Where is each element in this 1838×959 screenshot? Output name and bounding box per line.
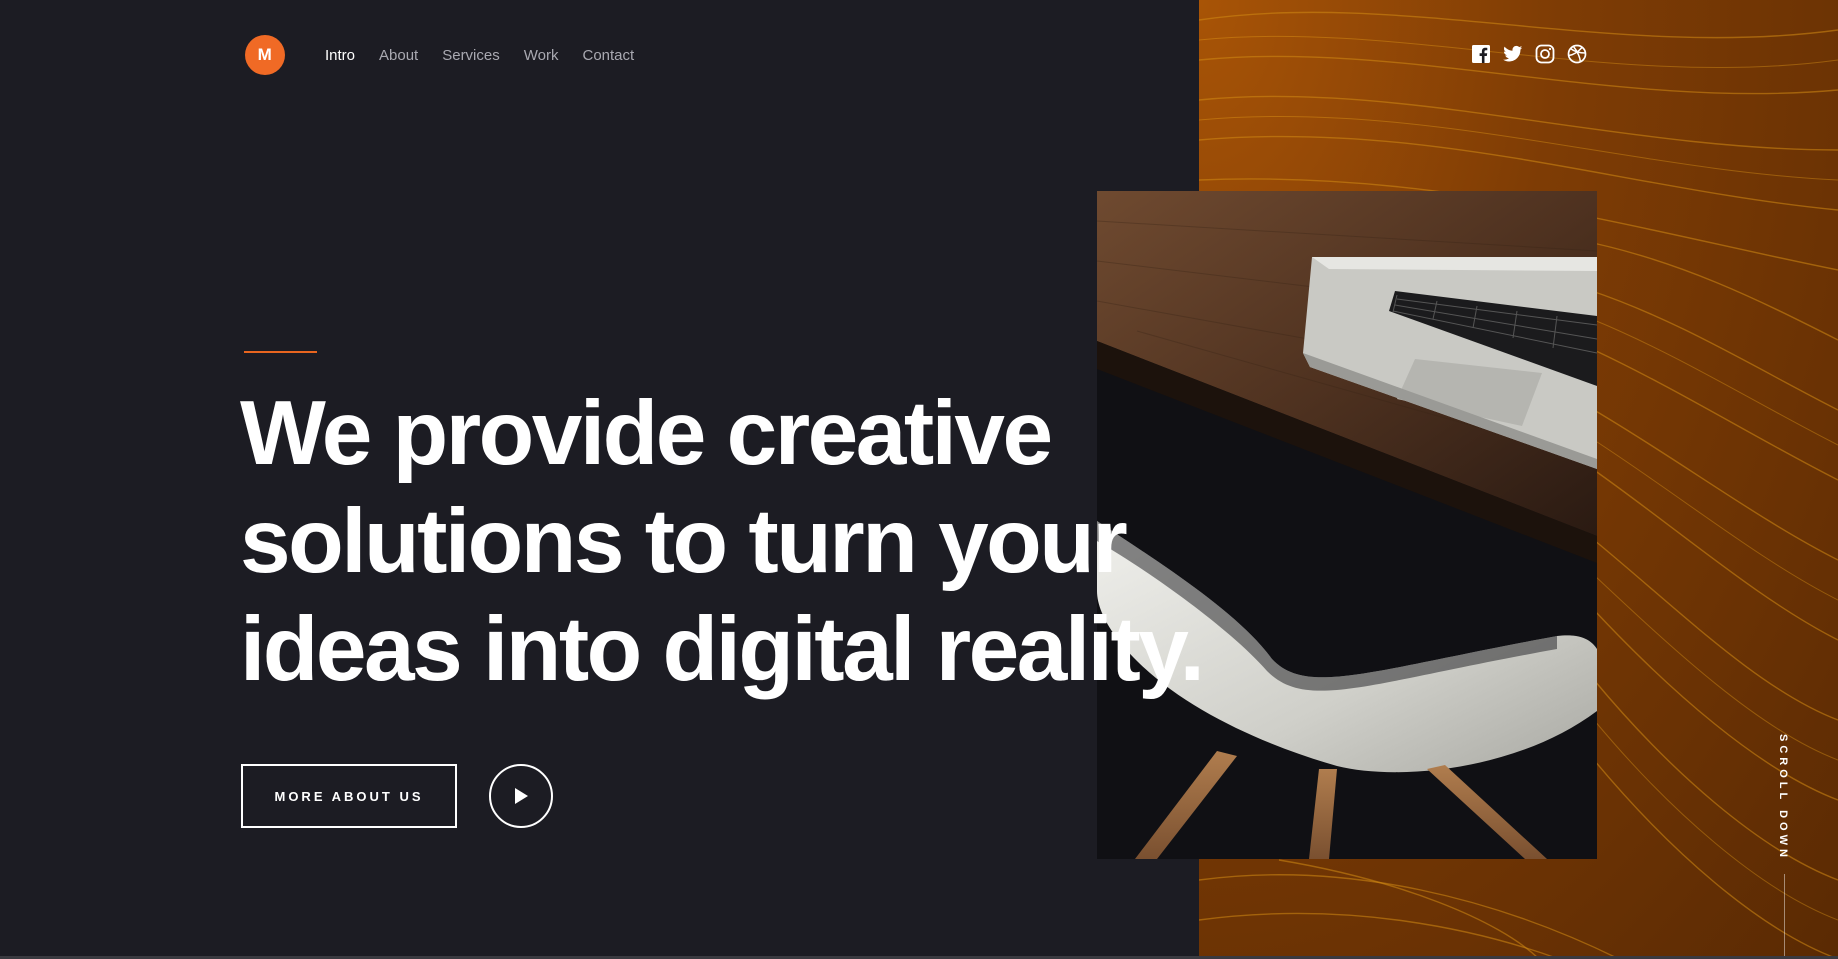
headline-line-3: ideas into digital reality. (240, 599, 1205, 700)
scroll-down-line (1784, 874, 1785, 959)
more-about-us-button[interactable]: MORE ABOUT US (241, 764, 457, 828)
logo[interactable]: M (245, 35, 285, 75)
instagram-icon[interactable] (1535, 44, 1555, 64)
play-icon (515, 788, 528, 804)
accent-line (244, 351, 317, 353)
play-video-button[interactable] (489, 764, 553, 828)
logo-letter: M (257, 45, 273, 64)
headline-line-2: solutions to turn your (240, 491, 1128, 592)
social-links (1471, 44, 1587, 64)
nav-item-contact[interactable]: Contact (582, 47, 634, 65)
main-nav: Intro About Services Work Contact (325, 47, 658, 65)
nav-item-about[interactable]: About (379, 47, 418, 65)
scroll-down-label[interactable]: SCROLL DOWN (1777, 734, 1789, 861)
headline-line-1: We provide creative (240, 383, 1053, 484)
nav-item-work[interactable]: Work (524, 47, 559, 65)
nav-item-services[interactable]: Services (442, 47, 500, 65)
page: M Intro About Services Work Contact We p… (0, 0, 1838, 959)
nav-item-intro[interactable]: Intro (325, 47, 355, 65)
dribbble-icon[interactable] (1567, 44, 1587, 64)
hero-headline: We provide creative solutions to turn yo… (240, 380, 1240, 704)
twitter-icon[interactable] (1503, 44, 1523, 64)
facebook-icon[interactable] (1471, 44, 1491, 64)
